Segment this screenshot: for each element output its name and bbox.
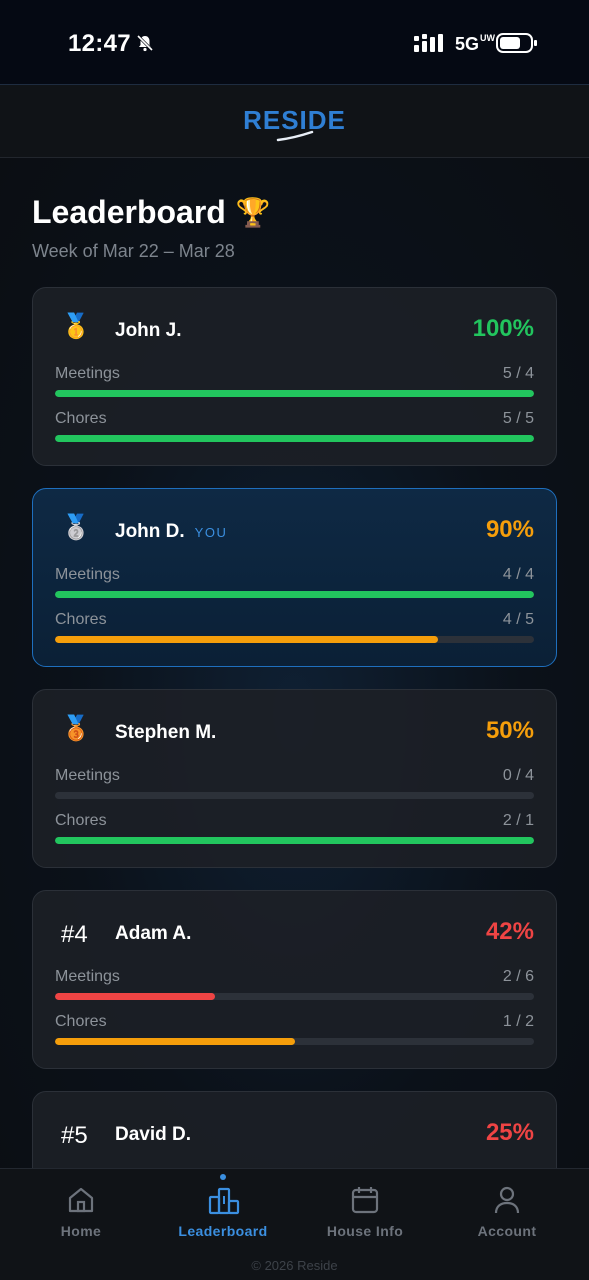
meetings-value: 5 / 4	[502, 365, 534, 382]
bottom-tab-bar: Home Leaderboard House Info Account © 20…	[0, 1168, 589, 1280]
chores-value: 1 / 2	[502, 1013, 534, 1030]
rank-number: #5	[61, 1122, 88, 1149]
meetings-label: Meetings	[55, 968, 120, 985]
active-indicator	[220, 1174, 226, 1180]
signal-icon	[414, 34, 446, 57]
account-icon	[494, 1186, 520, 1214]
meetings-value: 2 / 6	[502, 968, 534, 985]
leaderboard-content[interactable]: Leaderboard 🏆 Week of Mar 22 – Mar 28 🥇 …	[0, 158, 589, 1168]
leaderboard-card[interactable]: #5 David D. 25%	[32, 1091, 557, 1168]
chores-progress-bar	[55, 435, 534, 442]
chores-label: Chores	[55, 410, 107, 427]
meetings-value: 4 / 4	[502, 566, 534, 583]
tab-label: Home	[60, 1223, 102, 1239]
chores-progress-bar	[55, 636, 534, 643]
completion-percent: 100%	[472, 315, 534, 342]
meetings-label: Meetings	[55, 566, 120, 583]
member-name: David D.	[115, 1124, 192, 1145]
silver-medal-icon: 🥈	[61, 514, 91, 541]
meetings-progress-bar	[55, 792, 534, 799]
tab-home[interactable]: Home	[21, 1169, 141, 1249]
app-header: RESIDE	[0, 84, 589, 158]
member-name: Adam A.	[115, 923, 192, 944]
home-icon	[68, 1187, 94, 1213]
bell-muted-icon	[136, 34, 154, 57]
member-name: John J.	[115, 320, 182, 341]
bronze-medal-icon: 🥉	[61, 715, 91, 742]
leaderboard-card[interactable]: #4 Adam A. 42% Meetings 2 / 6 Chores 1 /…	[32, 890, 557, 1069]
tab-leaderboard[interactable]: Leaderboard	[163, 1169, 283, 1249]
meetings-value: 0 / 4	[502, 767, 534, 784]
completion-percent: 50%	[485, 717, 534, 744]
member-name: John D. YOU	[115, 521, 228, 542]
completion-percent: 25%	[485, 1119, 534, 1146]
network-type: 5GUW	[455, 33, 496, 55]
tab-label: House Info	[326, 1223, 404, 1239]
tab-label: Account	[477, 1223, 537, 1239]
meetings-label: Meetings	[55, 767, 120, 784]
meetings-progress-bar	[55, 993, 534, 1000]
rank-number: #4	[61, 921, 88, 948]
member-name: Stephen M.	[115, 722, 217, 743]
you-badge: YOU	[194, 525, 228, 540]
meetings-label: Meetings	[55, 365, 120, 382]
leaderboard-card[interactable]: 🥉 Stephen M. 50% Meetings 0 / 4 Chores 2…	[32, 689, 557, 868]
gold-medal-icon: 🥇	[61, 313, 91, 340]
status-bar: 12:47 5GUW	[0, 0, 589, 84]
battery-icon	[496, 33, 538, 58]
chores-label: Chores	[55, 812, 107, 829]
calendar-icon	[351, 1187, 379, 1214]
tab-label: Leaderboard	[178, 1223, 268, 1239]
chores-value: 2 / 1	[502, 812, 534, 829]
completion-percent: 90%	[485, 516, 534, 543]
status-time: 12:47	[68, 30, 131, 57]
page-title: Leaderboard 🏆	[32, 194, 271, 230]
chores-label: Chores	[55, 1013, 107, 1030]
chores-progress-bar	[55, 1038, 534, 1045]
chores-label: Chores	[55, 611, 107, 628]
meetings-progress-bar	[55, 390, 534, 397]
chores-value: 4 / 5	[502, 611, 534, 628]
logo-swoosh-icon	[276, 129, 316, 147]
leaderboard-icon	[208, 1187, 240, 1215]
trophy-icon: 🏆	[235, 197, 271, 228]
tab-house-info[interactable]: House Info	[305, 1169, 425, 1249]
leaderboard-card[interactable]: 🥇 John J. 100% Meetings 5 / 4 Chores 5 /…	[32, 287, 557, 466]
leaderboard-card-you[interactable]: 🥈 John D. YOU 90% Meetings 4 / 4 Chores 4…	[32, 488, 557, 667]
meetings-progress-bar	[55, 591, 534, 598]
copyright: © 2026 Reside	[251, 1258, 338, 1273]
completion-percent: 42%	[485, 918, 534, 945]
tab-account[interactable]: Account	[447, 1169, 567, 1249]
chores-value: 5 / 5	[502, 410, 534, 427]
chores-progress-bar	[55, 837, 534, 844]
week-range: Week of Mar 22 – Mar 28	[32, 241, 235, 261]
